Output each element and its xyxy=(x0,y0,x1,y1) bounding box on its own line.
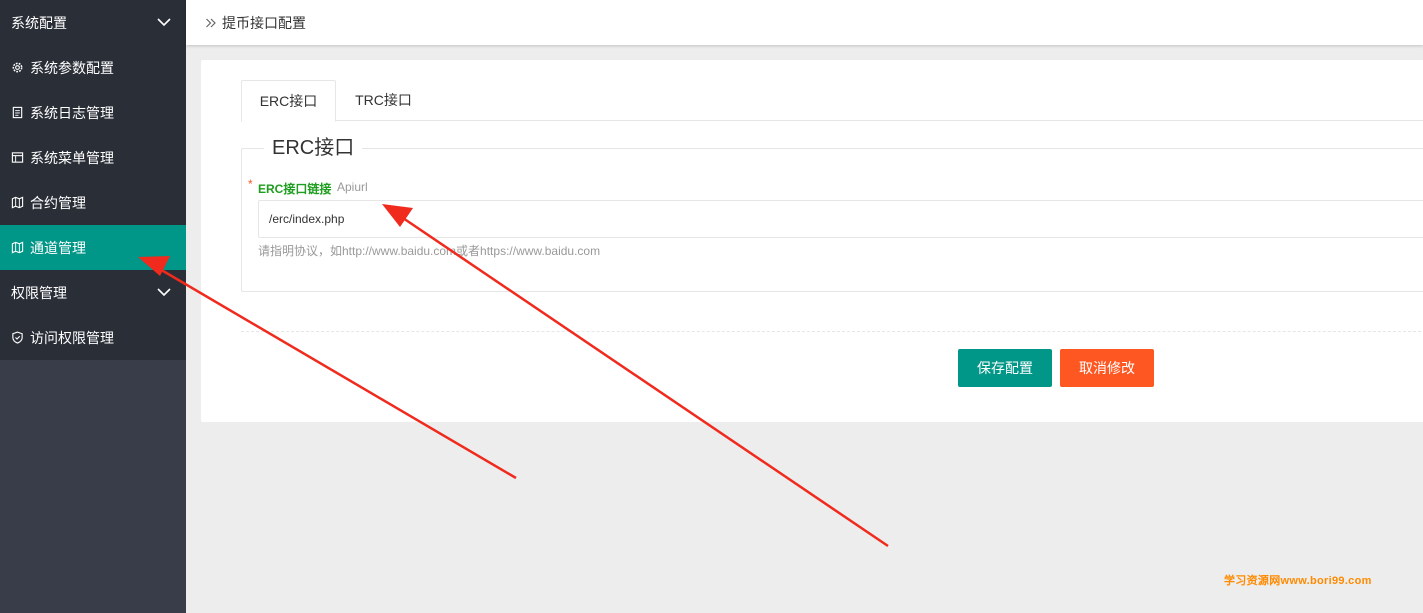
map-icon xyxy=(11,241,24,254)
window-icon xyxy=(11,152,24,163)
sidebar-item-label: 访问权限管理 xyxy=(30,329,114,346)
nav-group-label: 系统配置 xyxy=(11,14,67,31)
map-icon xyxy=(11,196,24,209)
config-card: ERC接口 TRC接口 ERC接口 * ERC接口链接 Apiurl 请指明协议… xyxy=(201,60,1423,422)
sidebar-item-channels[interactable]: 通道管理 xyxy=(0,225,186,270)
save-button[interactable]: 保存配置 xyxy=(958,349,1052,387)
api-url-input[interactable] xyxy=(258,200,1423,238)
sidebar-item-system-params[interactable]: 系统参数配置 xyxy=(0,45,186,90)
sidebar-item-label: 系统参数配置 xyxy=(30,59,114,76)
required-mark: * xyxy=(248,177,253,191)
sidebar-item-label: 系统日志管理 xyxy=(30,104,114,121)
chevron-down-icon xyxy=(157,18,171,27)
sidebar-item-access-permissions[interactable]: 访问权限管理 xyxy=(0,315,186,360)
clipboard-icon xyxy=(12,106,23,119)
breadcrumb: 提币接口配置 xyxy=(222,14,306,31)
shield-icon xyxy=(12,331,23,344)
sidebar-item-label: 合约管理 xyxy=(30,194,86,211)
double-chevron-right-icon xyxy=(206,18,216,27)
gear-icon xyxy=(12,62,23,73)
tab-bar: ERC接口 TRC接口 xyxy=(241,80,1423,122)
sidebar-item-label: 系统菜单管理 xyxy=(30,149,114,166)
field-sublabel: Apiurl xyxy=(337,180,368,194)
sidebar-item-system-menu[interactable]: 系统菜单管理 xyxy=(0,135,186,180)
cancel-button[interactable]: 取消修改 xyxy=(1060,349,1154,387)
fieldset-legend: ERC接口 xyxy=(264,135,363,161)
top-bar: 提币接口配置 xyxy=(186,0,1423,45)
nav-group-system-config[interactable]: 系统配置 xyxy=(0,0,186,45)
divider xyxy=(241,331,1423,332)
nav-group-label: 权限管理 xyxy=(11,284,67,301)
erc-fieldset: ERC接口 * ERC接口链接 Apiurl 请指明协议，如http://www… xyxy=(241,135,1423,292)
sidebar-item-label: 通道管理 xyxy=(30,239,86,256)
watermark: 学习资源网www.bori99.com xyxy=(1224,575,1372,587)
tab-trc[interactable]: TRC接口 xyxy=(336,80,431,121)
chevron-down-icon xyxy=(157,288,171,297)
field-hint: 请指明协议，如http://www.baidu.com或者https://www… xyxy=(258,244,601,258)
sidebar-item-contracts[interactable]: 合约管理 xyxy=(0,180,186,225)
nav-group-permissions[interactable]: 权限管理 xyxy=(0,270,186,315)
sidebar: 系统配置 系统参数配置 系统日志管理 系统菜单管理 合约管理 通道管理 权限管理… xyxy=(0,0,186,613)
tab-erc[interactable]: ERC接口 xyxy=(241,80,336,122)
sidebar-item-system-logs[interactable]: 系统日志管理 xyxy=(0,90,186,135)
field-label: ERC接口链接 xyxy=(258,182,332,196)
